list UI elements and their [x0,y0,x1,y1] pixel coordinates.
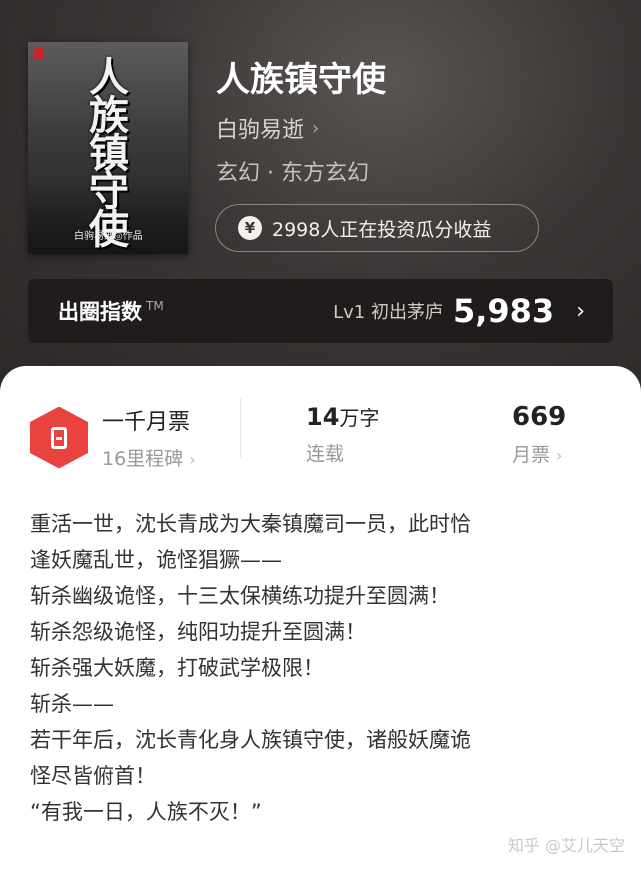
divider [240,398,241,458]
chevron-right-icon: › [556,446,563,465]
synopsis-line: 斩杀怨级诡怪，纯阳功提升至圆满！ [30,620,366,644]
book-header: 人族镇守使 白驹易逝◎作品 人族镇守使 白驹易逝 › 玄幻 · 东方玄幻 ¥ 2… [0,0,641,400]
publisher-badge-icon [34,48,44,60]
monthly-ticket-stat[interactable]: 669 月票 › [512,402,566,467]
trademark-mark: TM [146,299,164,313]
milestone-ticket-icon [30,406,88,469]
yen-icon: ¥ [238,216,262,240]
genre-label: 玄幻 · 东方玄幻 [216,161,369,186]
cover-author: 白驹易逝◎作品 [74,231,143,242]
synopsis-line: 重活一世，沈长青成为大秦镇魔司一员，此时恰 [30,512,471,536]
word-count-number: 14 [306,403,340,431]
monthly-ticket-count: 669 [512,402,567,432]
cover-title: 人族镇守使 [82,56,129,246]
book-title: 人族镇守使 [216,60,386,100]
synopsis-line: 若干年后，沈长青化身人族镇守使，诸般妖魔诡 [30,728,471,752]
book-cover-image[interactable]: 人族镇守使 白驹易逝◎作品 [28,42,188,254]
book-synopsis[interactable]: 重活一世，沈长青成为大秦镇魔司一员，此时恰 逢妖魔乱世，诡怪猖獗—— 斩杀幽级诡… [30,506,615,830]
milestone-title: 一千月票 [102,410,191,435]
milestone-sub: 16里程碑 [102,448,184,470]
invest-label: 2998人正在投资瓜分收益 [272,218,492,241]
synopsis-line: 斩杀—— [30,692,114,716]
watermark: 知乎 @艾儿天空 [507,836,625,855]
synopsis-line: 逢妖魔乱世，诡怪猖獗—— [30,548,282,572]
synopsis-line: 斩杀幽级诡怪，十三太保横练功提升至圆满！ [30,584,450,608]
author-link[interactable]: 白驹易逝 › [216,112,319,144]
synopsis-line: 斩杀强大妖魔，打破武学极限！ [30,656,324,680]
chevron-right-icon: › [189,450,196,469]
synopsis-line: 怪尽皆俯首！ [30,764,156,788]
index-level: Lv1 初出茅庐 [333,302,443,323]
index-label: 出圈指数 [58,300,142,324]
monthly-ticket-label: 月票 [512,444,551,466]
author-name: 白驹易逝 [216,118,305,143]
chevron-right-icon: › [576,298,585,324]
index-score: 5,983 [452,292,555,330]
synopsis-line: “有我一日，人族不灭！” [30,800,262,824]
serial-status: 连载 [306,443,345,465]
popularity-index-bar[interactable]: 出圈指数 TM Lv1 初出茅庐 5,983 › [28,279,613,343]
milestone-stat[interactable]: 一千月票 16里程碑 › [30,404,196,471]
invest-button[interactable]: ¥ 2998人正在投资瓜分收益 [215,204,539,252]
word-count-unit: 万字 [339,406,380,430]
book-detail-card: 一千月票 16里程碑 › 14万字 连载 669 月票 › 重活一世，沈长青成为大秦… [0,366,641,872]
word-count-stat: 14万字 连载 [306,402,379,466]
chevron-right-icon: › [312,117,320,139]
